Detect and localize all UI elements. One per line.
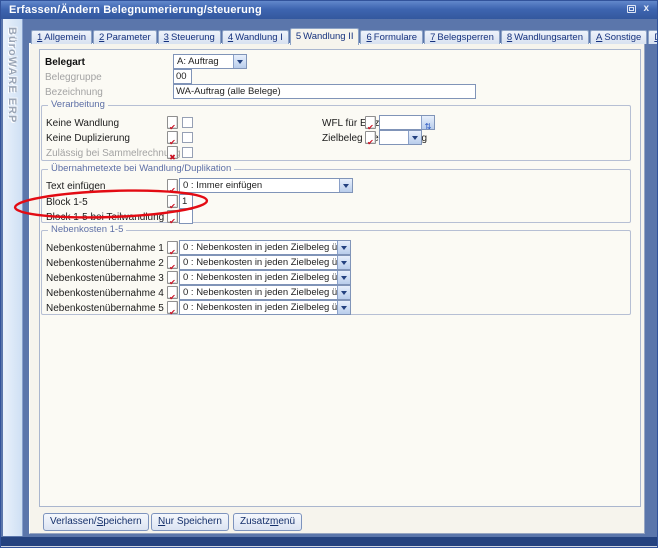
dropdown-arrow-icon[interactable] bbox=[337, 241, 350, 254]
dropdown-arrow-icon[interactable] bbox=[337, 256, 350, 269]
tab-wfl-tb[interactable]: DWFL/TB bbox=[648, 30, 658, 44]
belegart-value: A: Auftrag bbox=[174, 55, 233, 68]
verarbeitung-group: Verarbeitung Keine Wandlung ✔ Keine Dupl… bbox=[41, 105, 631, 161]
beleggruppe-label: Beleggruppe bbox=[45, 72, 102, 84]
modified-check-icon[interactable]: ✔ bbox=[167, 271, 178, 284]
verlassen-speichern-button[interactable]: Verlassen/Speichern bbox=[43, 513, 149, 531]
nebenkosten-group: Nebenkosten 1-5 Nebenkostenübernahme 1 ✔… bbox=[41, 230, 631, 315]
modified-check-icon[interactable]: ✔ bbox=[167, 210, 178, 223]
block-1-5-label: Block 1-5 bbox=[46, 197, 88, 209]
zulaessig-sammelrechnung-label: Zulässig bei Sammelrechnung bbox=[46, 148, 181, 160]
nebenkosten-1-label: Nebenkostenübernahme 1 bbox=[46, 243, 164, 255]
modified-cross-icon[interactable]: ✖ bbox=[167, 146, 178, 159]
brand-strip: BüroWARE ERP bbox=[3, 19, 23, 536]
text-einfuegen-select[interactable]: 0 : Immer einfügen bbox=[179, 178, 353, 193]
titlebar: Erfassen/Ändern Belegnumerierung/steueru… bbox=[1, 1, 657, 19]
keine-wandlung-label: Keine Wandlung bbox=[46, 118, 119, 130]
modified-check-icon[interactable]: ✔ bbox=[167, 286, 178, 299]
app-window: Erfassen/Ändern Belegnumerierung/steueru… bbox=[0, 0, 658, 548]
modified-check-icon[interactable]: ✔ bbox=[167, 256, 178, 269]
tab-sonstige[interactable]: ASonstige bbox=[590, 30, 647, 44]
restore-icon[interactable] bbox=[627, 5, 636, 13]
tab-wandlungsarten[interactable]: 8Wandlungsarten bbox=[501, 30, 589, 44]
modified-check-icon[interactable]: ✔ bbox=[167, 241, 178, 254]
nebenkosten-2-select[interactable]: 0 : Nebenkosten in jeden Zielbeleg übern… bbox=[179, 255, 351, 270]
tab-formulare[interactable]: 6Formulare bbox=[360, 30, 423, 44]
belegart-label: Belegart bbox=[45, 57, 85, 69]
dropdown-arrow-icon[interactable] bbox=[337, 301, 350, 314]
nebenkosten-4-select[interactable]: 0 : Nebenkosten in jeden Zielbeleg übern… bbox=[179, 285, 351, 300]
nebenkosten-3-label: Nebenkostenübernahme 3 bbox=[46, 273, 164, 285]
modified-check-icon[interactable]: ✔ bbox=[365, 116, 376, 129]
brand-vertical-text: BüroWARE ERP bbox=[6, 27, 18, 123]
spinner-icon[interactable]: ⇅ bbox=[421, 116, 434, 129]
window-title: Erfassen/Ändern Belegnumerierung/steueru… bbox=[9, 4, 262, 16]
beleggruppe-input[interactable]: 00 bbox=[173, 69, 192, 84]
tab-allgemein[interactable]: 1Allgemein bbox=[31, 30, 92, 44]
bezeichnung-label: Bezeichnung bbox=[45, 87, 103, 99]
modified-check-icon[interactable]: ✔ bbox=[167, 116, 178, 129]
block-1-5-teilwandlung-label: Block 1-5 bei Teilwandlung bbox=[46, 212, 164, 224]
nebenkosten-5-select[interactable]: 0 : Nebenkosten in jeden Zielbeleg übern… bbox=[179, 300, 351, 315]
block-1-5-teilwandlung-input[interactable] bbox=[179, 209, 193, 224]
nebenkosten-4-label: Nebenkostenübernahme 4 bbox=[46, 288, 164, 300]
uebernahmetexte-legend: Übernahmetexte bei Wandlung/Duplikation bbox=[48, 163, 234, 175]
modified-check-icon[interactable]: ✔ bbox=[365, 131, 376, 144]
keine-wandlung-checkbox[interactable] bbox=[182, 117, 193, 128]
tab-parameter[interactable]: 2Parameter bbox=[93, 30, 157, 44]
bottom-bar bbox=[1, 537, 658, 546]
nebenkosten-5-label: Nebenkostenübernahme 5 bbox=[46, 303, 164, 315]
nur-speichern-button[interactable]: Nur Speichern bbox=[151, 513, 229, 531]
modified-check-icon[interactable]: ✔ bbox=[167, 179, 178, 192]
keine-duplizierung-label: Keine Duplizierung bbox=[46, 133, 130, 145]
close-icon[interactable]: x bbox=[643, 4, 649, 14]
zielbeleg-liefvorschlag-select[interactable] bbox=[379, 130, 422, 145]
uebernahmetexte-group: Übernahmetexte bei Wandlung/Duplikation … bbox=[41, 169, 631, 223]
block-1-5-input[interactable]: 1 bbox=[179, 194, 193, 209]
verarbeitung-legend: Verarbeitung bbox=[48, 99, 108, 111]
bezeichnung-input[interactable]: WA-Auftrag (alle Belege) bbox=[173, 84, 476, 99]
nebenkosten-1-select[interactable]: 0 : Nebenkosten in jeden Zielbeleg übern… bbox=[179, 240, 351, 255]
nebenkosten-3-select[interactable]: 0 : Nebenkosten in jeden Zielbeleg übern… bbox=[179, 270, 351, 285]
dropdown-arrow-icon[interactable] bbox=[408, 131, 421, 144]
dropdown-arrow-icon[interactable] bbox=[337, 286, 350, 299]
belegart-select[interactable]: A: Auftrag bbox=[173, 54, 247, 69]
tab-belegsperren[interactable]: 7Belegsperren bbox=[424, 30, 500, 44]
keine-duplizierung-checkbox[interactable] bbox=[182, 132, 193, 143]
zulaessig-sammelrechnung-checkbox[interactable] bbox=[182, 147, 193, 158]
tab-wandlung-2[interactable]: 5Wandlung II bbox=[290, 28, 360, 45]
dropdown-arrow-icon[interactable] bbox=[339, 179, 352, 192]
tab-bar: 1Allgemein 2Parameter 3Steuerung 4Wandlu… bbox=[31, 27, 658, 44]
modified-check-icon[interactable]: ✔ bbox=[167, 131, 178, 144]
nebenkosten-2-label: Nebenkostenübernahme 2 bbox=[46, 258, 164, 270]
zusatzmenue-button[interactable]: Zusatzmenü bbox=[233, 513, 302, 531]
wfl-einzelwandlung-spinner[interactable]: ⇅ bbox=[379, 115, 435, 130]
modified-check-icon[interactable]: ✔ bbox=[167, 195, 178, 208]
nebenkosten-legend: Nebenkosten 1-5 bbox=[48, 224, 126, 236]
dropdown-arrow-icon[interactable] bbox=[233, 55, 246, 68]
tab-steuerung[interactable]: 3Steuerung bbox=[158, 30, 221, 44]
modified-check-icon[interactable]: ✔ bbox=[167, 301, 178, 314]
dropdown-arrow-icon[interactable] bbox=[337, 271, 350, 284]
text-einfuegen-label: Text einfügen bbox=[46, 181, 106, 193]
tab-wandlung-1[interactable]: 4Wandlung I bbox=[222, 30, 289, 44]
